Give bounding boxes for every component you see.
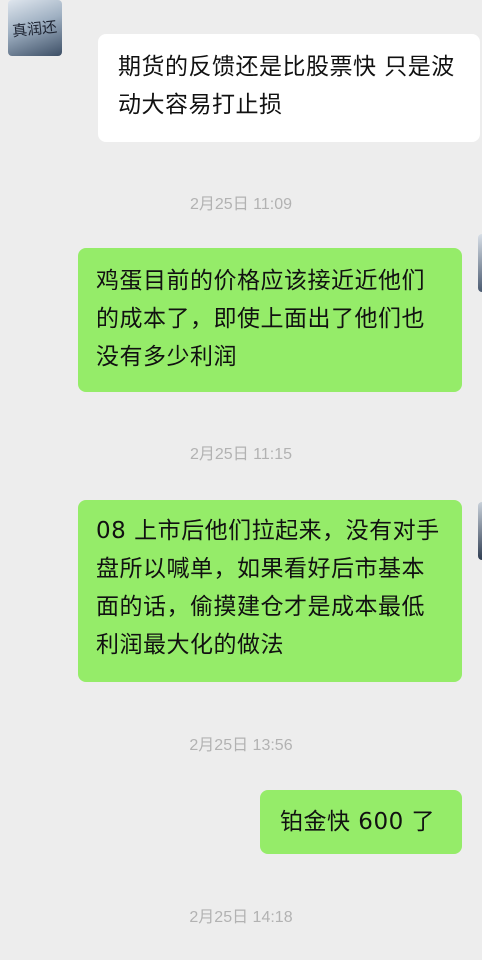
message-text: 鸡蛋目前的价格应该接近近他们的成本了，即使上面出了他们也没有多少利润 <box>96 268 425 370</box>
message-text: 期货的反馈还是比股票快 只是波动大容易打止损 <box>118 54 455 118</box>
message-bubble-incoming[interactable]: 期货的反馈还是比股票快 只是波动大容易打止损 <box>98 34 480 142</box>
self-avatar[interactable] <box>478 234 482 292</box>
message-bubble-outgoing[interactable]: 08 上市后他们拉起来，没有对手盘所以喊单，如果看好后市基本面的话，偷摸建仓才是… <box>78 500 462 682</box>
message-bubble-outgoing[interactable]: 鸡蛋目前的价格应该接近近他们的成本了，即使上面出了他们也没有多少利润 <box>78 248 462 392</box>
timestamp: 2月25日 13:56 <box>189 737 293 754</box>
message-bubble-outgoing[interactable]: 铂金快 600 了 <box>260 790 462 854</box>
self-avatar[interactable] <box>478 502 482 560</box>
timestamp: 2月25日 14:18 <box>189 909 293 926</box>
message-text: 铂金快 600 了 <box>280 809 436 835</box>
timestamp: 2月25日 11:09 <box>190 196 292 213</box>
message-text: 08 上市后他们拉起来，没有对手盘所以喊单，如果看好后市基本面的话，偷摸建仓才是… <box>96 518 440 658</box>
avatar-text: 真润还 <box>11 17 58 41</box>
contact-avatar[interactable]: 真润还 <box>8 0 62 56</box>
timestamp: 2月25日 11:15 <box>190 446 292 463</box>
